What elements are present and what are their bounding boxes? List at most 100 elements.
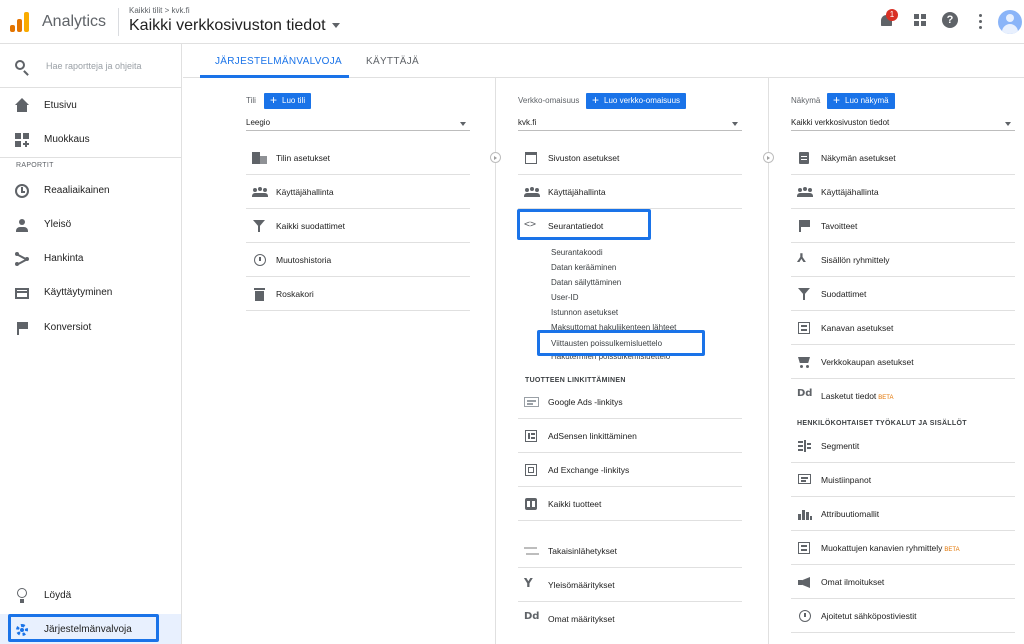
property-label: Verkko-omaisuus [518,96,580,105]
tracking-info-item[interactable]: <> Seurantatiedot [518,209,742,243]
megaphone-icon [797,576,811,588]
sidebar-item-label: Reaaliaikainen [44,185,110,196]
item-label: AdSensen linkittäminen [548,431,637,441]
sidebar-item-admin[interactable]: Järjestelmänvalvoja [0,614,181,644]
search-term-exclusion-list-link[interactable]: Hakutermien poissulkemisluettelo [551,352,670,361]
sidebar-item-home[interactable]: Etusivu [0,90,181,122]
sidebar-item-audience[interactable]: Yleisö [0,209,181,241]
view-user-management-item[interactable]: Käyttäjähallinta [791,175,1015,209]
referral-exclusion-list-link[interactable]: Viittausten poissulkemisluettelo [548,338,666,349]
account-trash-item[interactable]: Roskakori [246,277,470,311]
adsense-linking-item[interactable]: AdSensen linkittäminen [518,419,742,453]
postbacks-item[interactable]: Takaisinlähetykset [518,534,742,568]
content-grouping-icon: ⅄ [797,251,807,265]
item-label: Kaikki suodattimet [276,221,345,231]
user-id-link[interactable]: User-ID [551,293,579,302]
calculated-metrics-label: Lasketut tiedot [821,391,877,401]
window-icon [524,152,538,164]
all-products-item[interactable]: Kaikki tuotteet [518,487,742,521]
item-label: Ad Exchange -linkitys [548,465,630,475]
view-settings-item[interactable]: Näkymän asetukset [791,141,1015,175]
item-label: Muokattujen kanavien ryhmittely BETA [821,543,960,553]
tab-admin[interactable]: JÄRJESTELMÄNVALVOJA [215,56,342,67]
segments-icon [797,440,811,452]
item-label: Yleisömääritykset [548,580,615,590]
sidebar-item-discover[interactable]: Löydä [0,580,181,612]
annotations-item[interactable]: Muistiinpanot [791,463,1015,497]
account-settings-item[interactable]: Tilin asetukset [246,141,470,175]
clock-icon [14,183,30,199]
custom-definitions-item[interactable]: Dd Omat määritykset [518,602,742,636]
report-search[interactable]: Hae raportteja ja ohjeita [0,44,181,88]
item-label: Tilin asetukset [276,153,331,163]
sidebar-item-customize[interactable]: Muokkaus [0,124,181,156]
item-label: Ajoitetut sähköpostiviestit [821,611,917,621]
sidebar-item-behavior[interactable]: Käyttäytyminen [0,277,181,309]
sidebar-item-realtime[interactable]: Reaaliaikainen [0,175,181,207]
analytics-logo-icon[interactable] [10,12,30,32]
help-glyph: ? [942,12,958,28]
segments-item[interactable]: Segmentit [791,429,1015,463]
view-column: Näkymä Luo näkymä Kaikki verkkosivuston … [791,78,1017,644]
channel-grouping-icon [797,542,811,554]
account-all-filters-item[interactable]: Kaikki suodattimet [246,209,470,243]
item-label: Verkkokaupan asetukset [821,357,914,367]
create-view-button[interactable]: Luo näkymä [827,92,895,109]
data-collection-link[interactable]: Datan kerääminen [551,263,616,272]
chevron-down-icon [331,23,340,29]
create-account-button[interactable]: Luo tili [264,92,312,109]
search-input[interactable]: Hae raportteja ja ohjeita [46,61,142,71]
account-change-history-item[interactable]: Muutoshistoria [246,243,470,277]
create-property-button[interactable]: Luo verkko-omaisuus [586,92,687,109]
bar-chart-icon [797,508,812,520]
postbacks-icon [524,545,539,557]
audience-definitions-item[interactable]: Y Yleisömääritykset [518,568,742,602]
session-settings-link[interactable]: Istunnon asetukset [551,308,618,317]
calculated-metrics-item[interactable]: Dd Lasketut tiedot BETA [791,379,1015,413]
sidebar-item-acquisition[interactable]: Hankinta [0,243,181,275]
more-vert-icon[interactable] [972,12,990,30]
people-icon [797,186,813,198]
behavior-icon [14,285,30,301]
notifications-bell-icon[interactable]: 1 [878,9,898,30]
sidebar-item-label: Etusivu [44,100,77,111]
goals-item[interactable]: Tavoitteet [791,209,1015,243]
beta-badge: BETA [878,395,894,401]
custom-channel-grouping-item[interactable]: Muokattujen kanavien ryhmittely BETA [791,531,1015,565]
channel-settings-item[interactable]: Kanavan asetukset [791,311,1015,345]
scheduled-emails-item[interactable]: Ajoitetut sähköpostiviestit [791,599,1015,633]
sidebar-item-conversions[interactable]: Konversiot [0,312,181,344]
dd-icon: Dd [524,611,540,622]
property-select[interactable]: kvk.fi [518,115,742,131]
sidebar-item-label: Konversiot [44,322,92,333]
view-selected: Kaikki verkkosivuston tiedot [791,118,890,127]
sidebar-item-label: Käyttäytyminen [44,287,113,298]
account-user-management-item[interactable]: Käyttäjähallinta [246,175,470,209]
property-settings-item[interactable]: Sivuston asetukset [518,141,742,175]
custom-alerts-item[interactable]: Omat ilmoitukset [791,565,1015,599]
breadcrumb[interactable]: Kaikki tilit > kvk.fi [129,6,190,15]
content-grouping-item[interactable]: ⅄ Sisällön ryhmittely [791,243,1015,277]
ecommerce-settings-item[interactable]: Verkkokaupan asetukset [791,345,1015,379]
item-label: Näkymän asetukset [821,153,896,163]
property-user-management-item[interactable]: Käyttäjähallinta [518,175,742,209]
help-icon[interactable]: ? [942,12,960,30]
tab-user[interactable]: KÄYTTÄJÄ [366,56,419,67]
cart-icon [797,356,811,368]
organic-search-sources-link[interactable]: Maksuttomat hakuliikenteen lähteet [551,323,676,332]
property-selector[interactable]: Kaikki verkkosivuston tiedot [129,17,340,35]
tracking-code-link[interactable]: Seurantakoodi [551,248,603,257]
account-select[interactable]: Leegio [246,115,470,131]
account-avatar[interactable] [998,10,1022,34]
item-label: Kanavan asetukset [821,323,894,333]
data-retention-link[interactable]: Datan säilyttäminen [551,278,621,287]
attribution-models-item[interactable]: Attribuutiomallit [791,497,1015,531]
view-select[interactable]: Kaikki verkkosivuston tiedot [791,115,1015,131]
app-name[interactable]: Analytics [42,13,106,31]
account-label: Tili [246,96,256,105]
apps-grid-icon[interactable] [912,12,930,30]
google-ads-linking-item[interactable]: Google Ads -linkitys [518,385,742,419]
item-label: Sisällön ryhmittely [821,255,890,265]
filters-item[interactable]: Suodattimet [791,277,1015,311]
ad-exchange-linking-item[interactable]: Ad Exchange -linkitys [518,453,742,487]
